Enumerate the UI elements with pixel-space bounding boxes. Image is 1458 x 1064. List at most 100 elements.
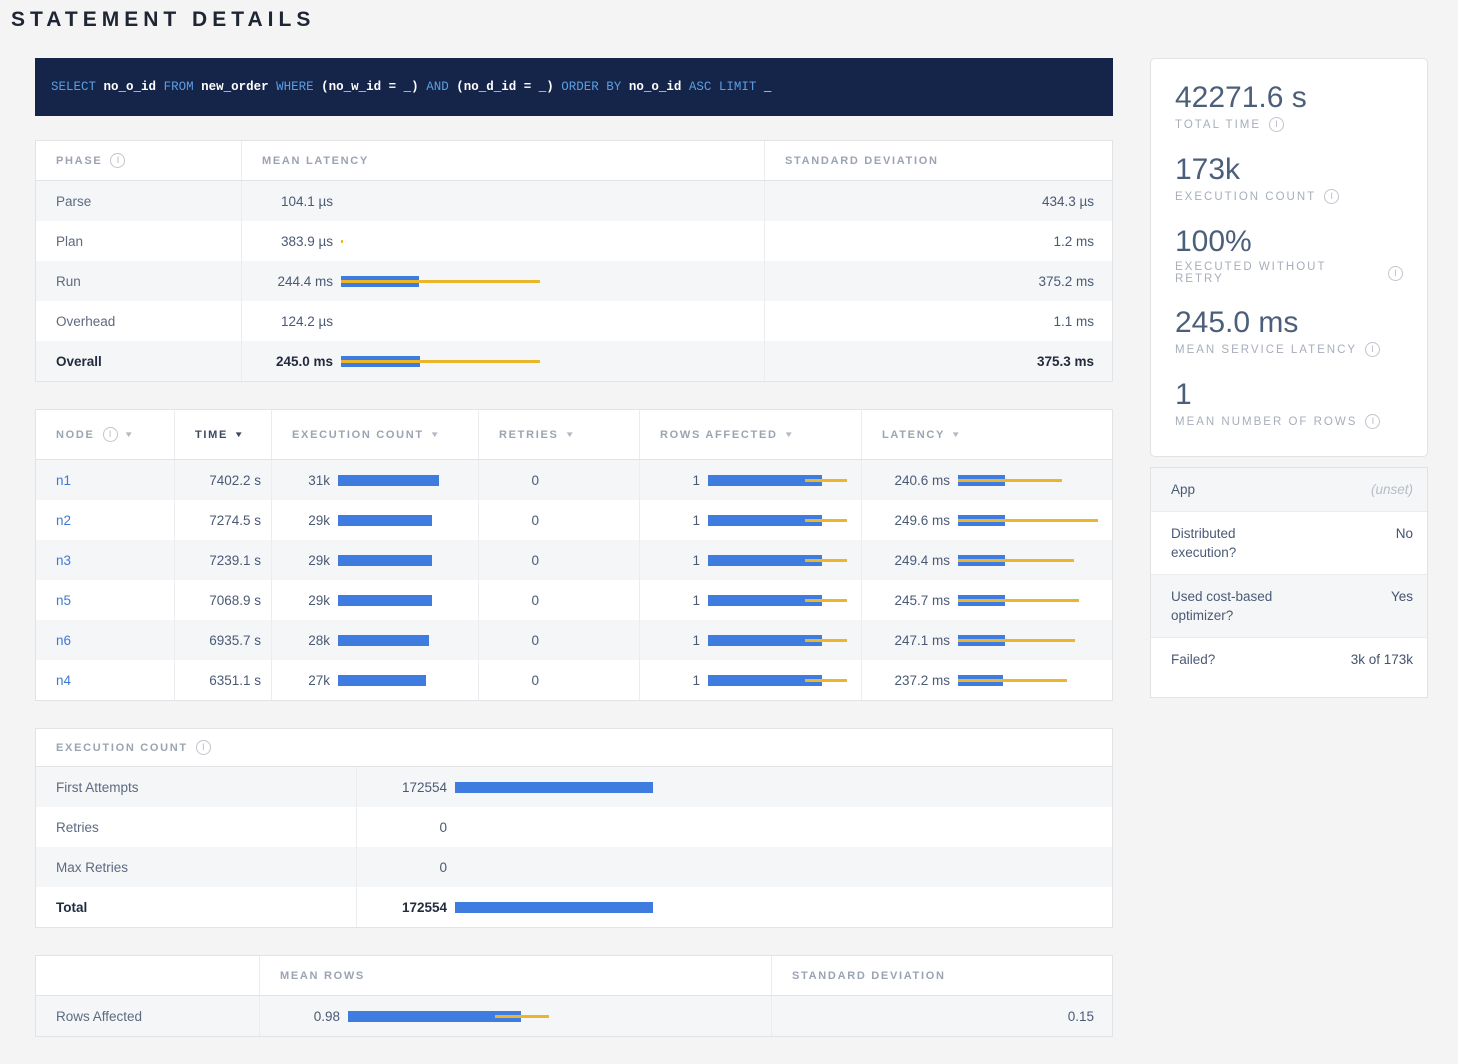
execution-count-table: Execution Count i First Attempts 172554 … bbox=[35, 728, 1113, 928]
sort-caret-icon: ▼ bbox=[564, 430, 576, 439]
node-link[interactable]: n1 bbox=[56, 473, 71, 488]
sql-statement-text: SELECT no_o_id FROM new_order WHERE (no_… bbox=[51, 80, 771, 94]
sort-caret-icon: ▼ bbox=[951, 430, 963, 439]
latency-bar bbox=[958, 554, 1099, 567]
node-column-header[interactable]: Node i ▼ bbox=[36, 410, 174, 459]
node-row-n1: n1 7402.2 s 31k 0 1 240.6 ms bbox=[36, 460, 1112, 500]
attr-row-failed: Failed? 3k of 173k bbox=[1151, 637, 1427, 697]
time-column-header[interactable]: Time ▼ bbox=[174, 410, 271, 459]
execution-count-column-header[interactable]: Execution Count ▼ bbox=[271, 410, 478, 459]
stddev-value: 0.15 bbox=[771, 996, 1114, 1036]
count-value: 172554 bbox=[367, 900, 447, 915]
node-link[interactable]: n5 bbox=[56, 593, 71, 608]
stat-execution-count: 173k Execution Counti bbox=[1175, 153, 1403, 204]
latency-bar bbox=[958, 634, 1099, 647]
total-time-info-icon[interactable]: i bbox=[1269, 117, 1284, 132]
time-value: 7274.5 s bbox=[174, 500, 271, 540]
attr-row-cost-based-optimizer: Used cost-based optimizer? Yes bbox=[1151, 574, 1427, 637]
node-row-n5: n5 7068.9 s 29k 0 1 245.7 ms bbox=[36, 580, 1112, 620]
table-row-retries: Retries 0 bbox=[36, 807, 1112, 847]
table-row-plan: Plan 383.9 µs 1.2 ms bbox=[36, 221, 1112, 261]
rows-affected-value: 1 bbox=[650, 513, 700, 528]
latency-bar bbox=[341, 355, 540, 368]
failed-value: 3k of 173k bbox=[1333, 638, 1429, 697]
retries-column-header[interactable]: Retries ▼ bbox=[478, 410, 639, 459]
node-row-n4: n4 6351.1 s 27k 0 1 237.2 ms bbox=[36, 660, 1112, 700]
rows-affected-value: 1 bbox=[650, 593, 700, 608]
execution-count-value: 29k bbox=[282, 513, 330, 528]
count-value: 0 bbox=[367, 860, 447, 875]
rows-affected-value: 1 bbox=[650, 473, 700, 488]
stddev-value: 1.1 ms bbox=[764, 301, 1114, 341]
execution-count-bar bbox=[338, 514, 439, 527]
table-row-overhead: Overhead 124.2 µs 1.1 ms bbox=[36, 301, 1112, 341]
stddev-value: 375.2 ms bbox=[764, 261, 1114, 301]
rows-affected-table: Mean Rows Standard Deviation Rows Affect… bbox=[35, 955, 1113, 1037]
count-value: 0 bbox=[367, 820, 447, 835]
retries-value: 0 bbox=[489, 673, 539, 688]
latency-column-header[interactable]: Latency ▼ bbox=[861, 410, 1114, 459]
rows-affected-column-header[interactable]: Rows Affected ▼ bbox=[639, 410, 861, 459]
mean-latency-value: 244.4 ms bbox=[265, 274, 333, 289]
execution-count-value: 31k bbox=[282, 473, 330, 488]
statement-attributes-table: App (unset) Distributed execution? No Us… bbox=[1150, 467, 1428, 698]
table-row-rows-affected: Rows Affected 0.98 0.15 bbox=[36, 996, 1112, 1036]
phase-column-header: Phase i bbox=[36, 141, 241, 180]
attr-row-distributed-execution: Distributed execution? No bbox=[1151, 511, 1427, 574]
mean-rows-value: 0.98 bbox=[278, 1009, 340, 1024]
standard-deviation-column-header: Standard Deviation bbox=[771, 956, 1114, 995]
stddev-value: 375.3 ms bbox=[764, 341, 1114, 381]
node-link[interactable]: n3 bbox=[56, 553, 71, 568]
sort-caret-icon: ▼ bbox=[123, 430, 135, 439]
latency-bar bbox=[341, 275, 540, 288]
rows-affected-bar bbox=[708, 634, 847, 647]
table-row-total: Total 172554 bbox=[36, 887, 1112, 927]
phase-info-icon[interactable]: i bbox=[110, 153, 125, 168]
count-bar bbox=[455, 781, 653, 794]
latency-value: 249.6 ms bbox=[872, 513, 950, 528]
mean-rows-bar bbox=[348, 1010, 549, 1023]
mean-rows-column-header: Mean Rows bbox=[259, 956, 771, 995]
execution-count-section-header: Execution Count i bbox=[36, 729, 211, 766]
rows-affected-value: 1 bbox=[650, 553, 700, 568]
mean-service-latency-info-icon[interactable]: i bbox=[1365, 342, 1380, 357]
time-value: 7068.9 s bbox=[174, 580, 271, 620]
latency-bar bbox=[341, 235, 540, 248]
page-title: STATEMENT DETAILS bbox=[0, 8, 1458, 32]
rows-affected-bar bbox=[708, 674, 847, 687]
latency-bar bbox=[958, 594, 1099, 607]
retries-value: 0 bbox=[489, 513, 539, 528]
node-link[interactable]: n4 bbox=[56, 673, 71, 688]
summary-stats-card: 42271.6 s Total Timei 173k Execution Cou… bbox=[1150, 58, 1428, 457]
latency-value: 249.4 ms bbox=[872, 553, 950, 568]
mean-latency-value: 104.1 µs bbox=[265, 194, 333, 209]
sort-caret-icon: ▼ bbox=[430, 430, 442, 439]
rows-affected-bar bbox=[708, 554, 847, 567]
mean-latency-column-header: Mean Latency bbox=[241, 141, 764, 180]
execution-count-info-icon[interactable]: i bbox=[1324, 189, 1339, 204]
retries-value: 0 bbox=[489, 553, 539, 568]
time-value: 7239.1 s bbox=[174, 540, 271, 580]
latency-bar bbox=[958, 674, 1099, 687]
summary-sidebar: 42271.6 s Total Timei 173k Execution Cou… bbox=[1150, 58, 1428, 698]
standard-deviation-column-header: Standard Deviation bbox=[764, 141, 1114, 180]
time-value: 6935.7 s bbox=[174, 620, 271, 660]
node-statistics-table: Node i ▼ Time ▼ Execution Count ▼ Retrie… bbox=[35, 409, 1113, 701]
execution-count-value: 28k bbox=[282, 633, 330, 648]
execution-count-info-icon[interactable]: i bbox=[196, 740, 211, 755]
node-link[interactable]: n2 bbox=[56, 513, 71, 528]
rows-affected-bar bbox=[708, 594, 847, 607]
node-link[interactable]: n6 bbox=[56, 633, 71, 648]
cost-based-optimizer-value: Yes bbox=[1333, 575, 1429, 637]
executed-without-retry-info-icon[interactable]: i bbox=[1388, 266, 1403, 281]
rows-affected-bar bbox=[708, 514, 847, 527]
mean-number-of-rows-info-icon[interactable]: i bbox=[1365, 414, 1380, 429]
node-info-icon[interactable]: i bbox=[103, 427, 118, 442]
rows-affected-value: 1 bbox=[650, 633, 700, 648]
retries-value: 0 bbox=[489, 473, 539, 488]
node-row-n2: n2 7274.5 s 29k 0 1 249.6 ms bbox=[36, 500, 1112, 540]
statement-details-page: STATEMENT DETAILS SELECT no_o_id FROM ne… bbox=[0, 0, 1458, 1064]
node-row-n6: n6 6935.7 s 28k 0 1 247.1 ms bbox=[36, 620, 1112, 660]
retries-value: 0 bbox=[489, 593, 539, 608]
mean-latency-value: 383.9 µs bbox=[265, 234, 333, 249]
